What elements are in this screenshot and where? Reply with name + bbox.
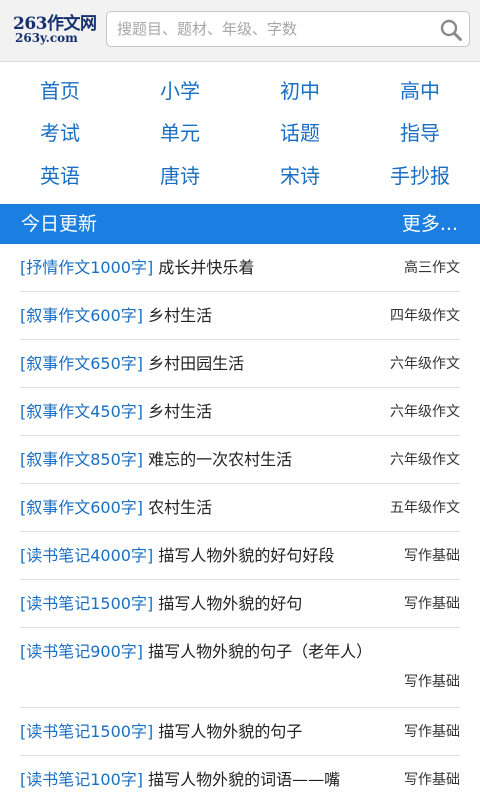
list-item-title: 描写人物外貌的好句好段 (158, 546, 335, 565)
list-item-category: 写作基础 (404, 596, 460, 612)
list-item[interactable]: [叙事作文600字] 乡村生活 四年级作文 (20, 292, 460, 340)
section-header: 今日更新 更多... (0, 204, 480, 244)
list-item-tag: [读书笔记1500字] (20, 594, 154, 613)
list-item-category: 六年级作文 (390, 452, 460, 468)
list-item-category: 写作基础 (404, 674, 460, 690)
list-item-title: 描写人物外貌的句子（老年人） (148, 642, 373, 661)
list-item-title: 难忘的一次农村生活 (148, 450, 293, 469)
list-item[interactable]: [叙事作文450字] 乡村生活 六年级作文 (20, 388, 460, 436)
nav-item-unit[interactable]: 单元 (120, 112, 240, 154)
list-item-title: 描写人物外貌的句子 (158, 722, 303, 741)
list-item-category: 写作基础 (404, 724, 460, 740)
list-item-category: 高三作文 (404, 260, 460, 276)
list-item-tag: [叙事作文600字] (20, 306, 144, 325)
list-item[interactable]: [读书笔记4000字] 描写人物外貌的好句好段 写作基础 (20, 532, 460, 580)
list-item-title: 农村生活 (148, 498, 213, 517)
logo-sub-text: 263y.com (15, 31, 78, 45)
list-item-tag: [叙事作文650字] (20, 354, 144, 373)
list-item-title: 乡村田园生活 (148, 354, 245, 373)
list-item[interactable]: [读书笔记100字] 描写人物外貌的词语——嘴 写作基础 (20, 756, 460, 800)
list-item-category: 六年级作文 (390, 404, 460, 420)
nav-item-junior[interactable]: 初中 (240, 70, 360, 112)
list-item-title: 成长并快乐着 (158, 258, 255, 277)
nav-item-english[interactable]: 英语 (0, 155, 120, 197)
list-item-category: 六年级作文 (390, 356, 460, 372)
nav-item-topic[interactable]: 话题 (240, 112, 360, 154)
list-item[interactable]: [读书笔记900字] 描写人物外貌的句子（老年人） 写作基础 (20, 628, 460, 708)
section-title: 今日更新 (21, 213, 98, 235)
category-nav: 首页 小学 初中 高中 考试 单元 话题 指导 英语 唐诗 宋诗 手抄报 (0, 70, 480, 200)
list-item-category: 写作基础 (404, 548, 460, 564)
list-item-tag: [读书笔记4000字] (20, 546, 154, 565)
nav-item-primary[interactable]: 小学 (120, 70, 240, 112)
list-item-tag: [读书笔记900字] (20, 642, 144, 661)
nav-item-senior[interactable]: 高中 (360, 70, 480, 112)
list-item-title: 描写人物外貌的好句 (158, 594, 303, 613)
nav-item-exam[interactable]: 考试 (0, 112, 120, 154)
list-item[interactable]: [读书笔记1500字] 描写人物外貌的好句 写作基础 (20, 580, 460, 628)
list-item-tag: [读书笔记1500字] (20, 722, 154, 741)
list-item[interactable]: [抒情作文1000字] 成长并快乐着 高三作文 (20, 244, 460, 292)
list-item-title: 乡村生活 (148, 402, 213, 421)
search-input[interactable] (117, 12, 427, 46)
list-item[interactable]: [叙事作文650字] 乡村田园生活 六年级作文 (20, 340, 460, 388)
list-item-tag: [叙事作文450字] (20, 402, 144, 421)
list-item-category: 四年级作文 (390, 308, 460, 324)
list-item-title: 乡村生活 (148, 306, 213, 325)
list-item-category: 五年级作文 (390, 500, 460, 516)
search-box (106, 11, 470, 47)
nav-item-song-poetry[interactable]: 宋诗 (240, 155, 360, 197)
search-icon[interactable] (439, 18, 463, 42)
list-item[interactable]: [叙事作文850字] 难忘的一次农村生活 六年级作文 (20, 436, 460, 484)
list-item-category: 写作基础 (404, 772, 460, 788)
list-item-title: 描写人物外貌的词语——嘴 (148, 770, 341, 789)
list-item-tag: [叙事作文600字] (20, 498, 144, 517)
list-item-tag: [抒情作文1000字] (20, 258, 154, 277)
nav-item-guide[interactable]: 指导 (360, 112, 480, 154)
nav-item-home[interactable]: 首页 (0, 70, 120, 112)
list-item-tag: [读书笔记100字] (20, 770, 144, 789)
nav-item-tang-poetry[interactable]: 唐诗 (120, 155, 240, 197)
list-item[interactable]: [读书笔记1500字] 描写人物外貌的句子 写作基础 (20, 708, 460, 756)
app-header: 263作文网 263y.com (0, 0, 480, 62)
more-link[interactable]: 更多... (402, 204, 458, 244)
list-item-tag: [叙事作文850字] (20, 450, 144, 469)
nav-item-handwritten-paper[interactable]: 手抄报 (360, 155, 480, 197)
list-item[interactable]: [叙事作文600字] 农村生活 五年级作文 (20, 484, 460, 532)
site-logo[interactable]: 263作文网 263y.com (13, 9, 97, 49)
